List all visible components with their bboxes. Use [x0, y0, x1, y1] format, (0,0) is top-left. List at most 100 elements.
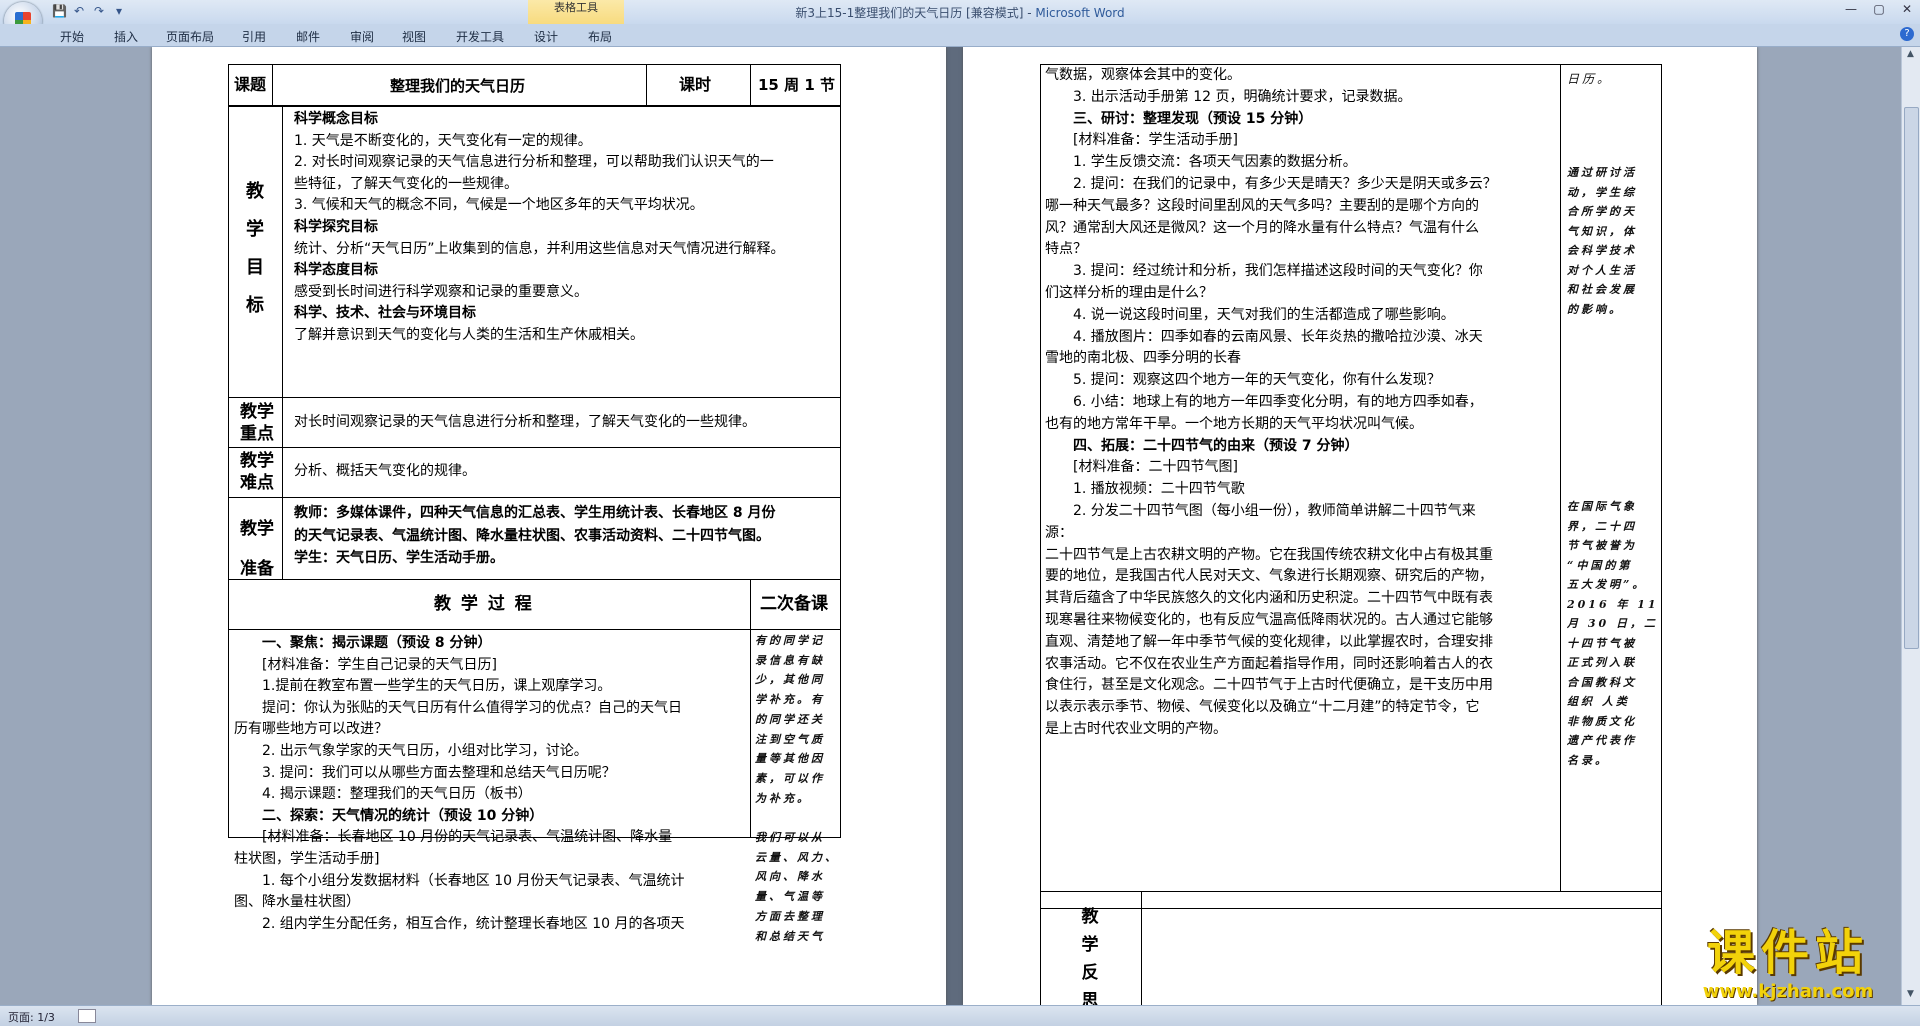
reflection-label-char: 教: [1081, 907, 1099, 927]
process-line: 四、拓展：二十四节气的由来（预设 7 分钟）: [1073, 437, 1359, 454]
ribbon-tabs: 开始 插入 页面布局 引用 邮件 审阅 视图 开发工具 设计 布局: [0, 24, 1920, 47]
customize-qat-icon[interactable]: ▾: [112, 4, 126, 18]
tab-mailings[interactable]: 邮件: [296, 28, 320, 45]
second-prep-note-line: 风向、降水: [755, 870, 825, 884]
process-line: 提问：你认为张贴的天气日历有什么值得学习的优点？自己的天气日: [262, 699, 682, 716]
side-note-line: 界，二十四: [1567, 519, 1637, 533]
scroll-thumb[interactable]: [1904, 107, 1919, 649]
reflection-row: [1040, 891, 1662, 1005]
process-line: 食住行，甚至是文化观念。二十四节气于上古时代便确立，是干支历中用: [1045, 677, 1493, 694]
side-note-line: 节气被誉为: [1567, 539, 1637, 552]
key-label: 教学 重点: [234, 401, 280, 445]
undo-icon[interactable]: ↶: [72, 4, 86, 18]
goal-line: 1. 天气是不断变化的，天气变化有一定的规律。: [294, 132, 592, 149]
process-line: 3. 出示活动手册第 12 页，明确统计要求，记录数据。: [1073, 88, 1412, 105]
goals-label: 教学目标: [246, 181, 264, 316]
process-line: 2. 分发二十四节气图（每小组一份），教师简单讲解二十四节气来: [1073, 502, 1476, 519]
process-line: 图、降水量柱状图）: [234, 894, 360, 911]
minimize-button[interactable]: —: [1844, 2, 1858, 16]
side-note-2: 在国际气象 界，二十四 节气被誉为 “中国的第 五大发明”。 2016 年 11 月 30 …: [1567, 497, 1659, 770]
process-line: 以表示表示季节、物候、气候变化以及确立“十二月建”的特定节令，它: [1045, 699, 1480, 716]
key-label-line: 教学: [240, 402, 274, 422]
goal-line: 统计、分析“天气日历”上收集到的信息，并利用这些信息对天气情况进行解释。: [294, 240, 785, 257]
second-prep-note-line: 少，其他同: [755, 673, 825, 687]
goal-line: 了解并意识到天气的变化与人类的生活和生产休戚相关。: [294, 326, 644, 343]
watermark-text: 课件站: [1706, 925, 1869, 981]
goal-line: 感受到长时间进行科学观察和记录的重要意义。: [294, 283, 588, 300]
reflection-label: 教 学 反 思: [1075, 903, 1105, 1005]
key-text: 对长时间观察记录的天气信息进行分析和整理，了解天气变化的一些规律。: [294, 414, 756, 430]
process-line: 二、探索：天气情况的统计（预设 10 分钟）: [262, 807, 544, 824]
side-note-line: “中国的第: [1567, 558, 1633, 572]
reflection-label-char: 反: [1081, 963, 1099, 983]
process-line: [材料准备：学生活动手册]: [1073, 132, 1238, 149]
side-note-line: 在国际气象: [1567, 500, 1637, 513]
maximize-button[interactable]: ▢: [1872, 2, 1886, 16]
process-line: 是上古时代农业文明的产物。: [1045, 720, 1227, 737]
tab-insert[interactable]: 插入: [114, 28, 138, 45]
goal-line: 科学、技术、社会与环境目标: [294, 305, 476, 322]
second-prep-note-line: 学补充。有: [755, 693, 825, 707]
process-line: 3. 提问：我们可以从哪些方面去整理和总结天气日历呢？: [262, 764, 616, 781]
tab-home[interactable]: 开始: [60, 28, 84, 45]
goals-list: 科学概念目标 1. 天气是不断变化的，天气变化有一定的规律。 2. 对长时间观察记录…: [294, 109, 839, 347]
redo-icon[interactable]: ↷: [92, 4, 106, 18]
goal-line: 科学概念目标: [294, 111, 378, 127]
process-line: 哪一种天气最多？这段时间里刮风的天气多吗？主要刮的是哪个方向的: [1045, 197, 1479, 214]
side-note-line: 和社会发展: [1567, 283, 1637, 296]
process-line: 雪地的南北极、四季分明的长春: [1045, 350, 1241, 367]
second-prep-note-line: 量、气温等: [755, 890, 825, 904]
side-note-line: 合国教科文: [1567, 675, 1637, 689]
tab-developer[interactable]: 开发工具: [456, 28, 504, 45]
page-gap: [946, 47, 963, 1005]
tab-page-layout[interactable]: 页面布局: [166, 28, 214, 45]
second-prep-note-line: 和总结天气: [755, 929, 825, 943]
process-line: 4. 播放图片：四季如春的云南风景、长年炎热的撒哈拉沙漠、冰天: [1073, 328, 1483, 345]
side-note-line: 气知识，体: [1567, 224, 1637, 238]
tab-references[interactable]: 引用: [242, 28, 266, 45]
second-prep-note-line: 素，可以作: [755, 771, 825, 785]
topic-label: 课题: [234, 75, 267, 94]
help-icon[interactable]: ?: [1900, 27, 1914, 41]
save-icon[interactable]: 💾: [52, 4, 67, 18]
divider: [228, 447, 841, 448]
divider: [646, 64, 647, 106]
side-note-line: 合所学的天: [1567, 205, 1637, 218]
divider: [272, 64, 273, 106]
side-note-line: 遗产代表作: [1567, 734, 1637, 747]
reflection-label-char: 思: [1081, 991, 1099, 1005]
goal-line: 科学态度目标: [294, 262, 378, 279]
vertical-scrollbar[interactable]: ▲ ▼: [1901, 47, 1920, 1005]
window-controls: — ▢ ✕: [1844, 2, 1914, 16]
document-title: 新3上15-1整理我们的天气日历 [兼容模式] -: [795, 6, 1036, 20]
context-group-label: 表格工具: [554, 1, 598, 14]
process-line: [材料准备：长春地区 10 月份的天气记录表、气温统计图、降水量: [262, 829, 673, 846]
proofing-icon[interactable]: [78, 1009, 96, 1023]
document-area: 课题 整理我们的天气日历 课时 15 周 1 节 教学目标 科学概念目标 1. 天…: [0, 47, 1920, 1005]
process-line: 1. 播放视频：二十四节气歌: [1073, 481, 1245, 498]
process-line: 源：: [1045, 524, 1073, 541]
page-count[interactable]: 页面: 1/3: [8, 1009, 55, 1025]
process-line: 要的地位，是我国古代人民对天文、气象进行长期观察、研究后的产物，: [1045, 568, 1493, 585]
process-label: 教 学 过 程: [434, 594, 534, 614]
process-line: 1. 学生反馈交流：各项天气因素的数据分析。: [1073, 154, 1357, 171]
close-button[interactable]: ✕: [1900, 2, 1914, 16]
prep-line: 学生：天气日历、学生活动手册。: [294, 550, 504, 566]
tab-view[interactable]: 视图: [402, 28, 426, 45]
second-prep-note-line: 方面去整理: [755, 909, 825, 923]
goal-line: 科学探究目标: [294, 218, 378, 235]
process-line: 气数据，观察体会其中的变化。: [1045, 67, 1241, 83]
process-line: 2. 组内学生分配任务，相互合作，统计整理长春地区 10 月的各项天: [262, 915, 685, 932]
second-prep-note-line: 量等其他因: [755, 752, 825, 766]
title-bar: 新3上15-1整理我们的天气日历 [兼容模式] - Microsoft Word…: [0, 0, 1920, 24]
tab-layout[interactable]: 布局: [588, 28, 612, 45]
tab-review[interactable]: 审阅: [350, 28, 374, 45]
side-note-line: 的影响。: [1567, 302, 1623, 316]
process-line: 二十四节气是上古农耕文明的产物。它在我国传统农耕文化中占有极其重: [1045, 546, 1493, 563]
scroll-up-icon[interactable]: ▲: [1904, 49, 1917, 63]
goal-line: 些特征，了解天气变化的一些规律。: [294, 175, 518, 192]
tab-design[interactable]: 设计: [534, 28, 558, 45]
page-2: 气数据，观察体会其中的变化。 3. 出示活动手册第 12 页，明确统计要求，记录数…: [963, 47, 1757, 1005]
process-line: 其背后蕴含了中华民族悠久的文化内涵和历史积淀。二十四节气中既有表: [1045, 590, 1493, 607]
process-line: 2. 出示气象学家的天气日历，小组对比学习，讨论。: [262, 742, 588, 759]
